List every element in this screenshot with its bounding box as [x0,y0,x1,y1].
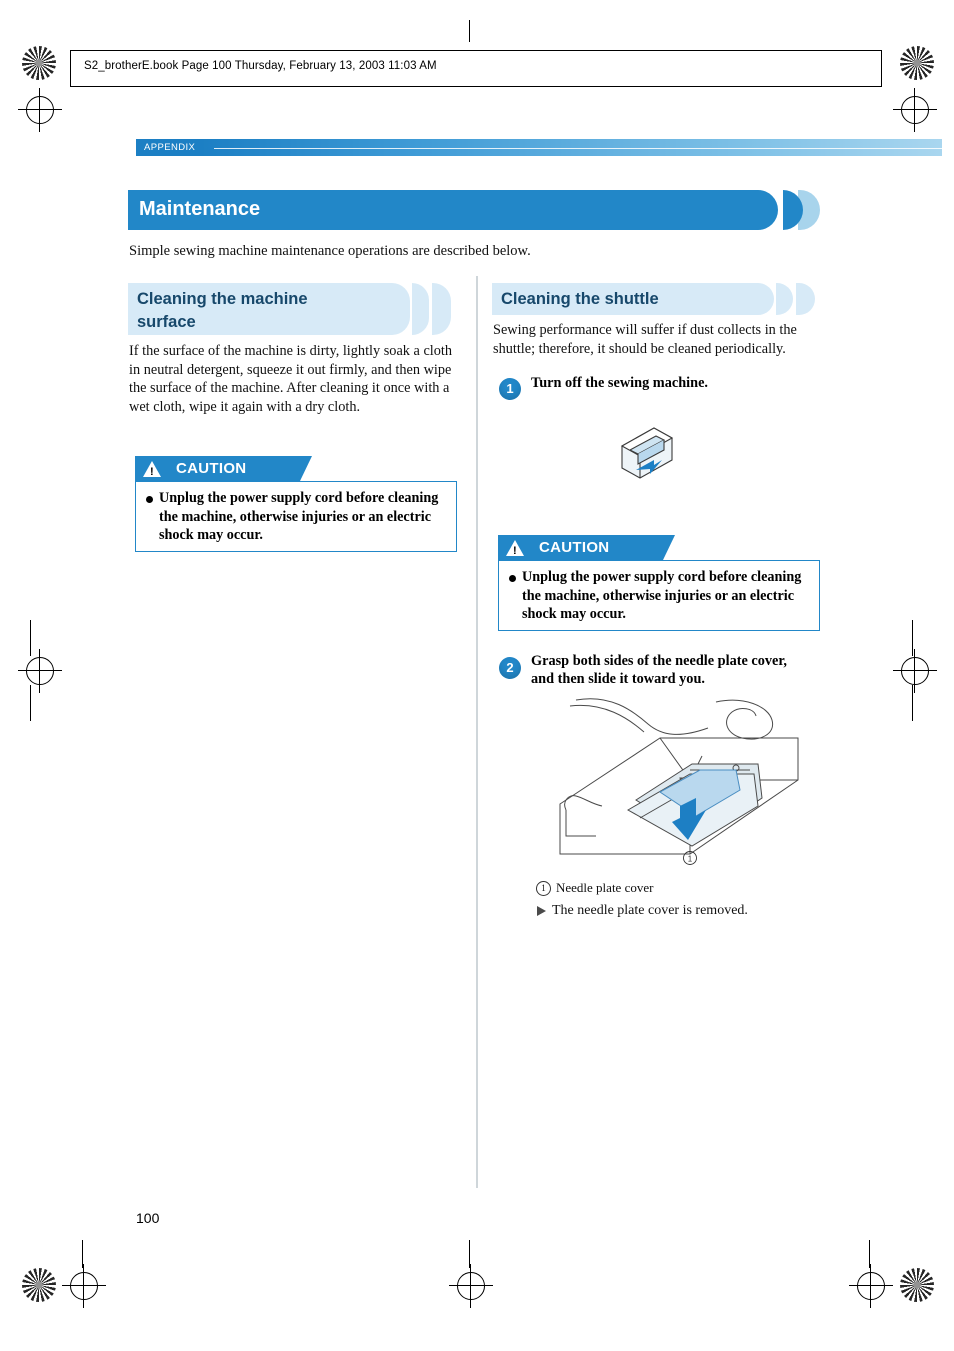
result-text: The needle plate cover is removed. [552,903,748,918]
page-title: Maintenance [139,198,261,220]
header-rule-bottom [70,86,882,87]
crop-line-left-mid2 [30,685,31,721]
step-2-number: 2 [499,657,521,679]
registration-crosshair-right-mid [893,649,937,693]
step-2-text-line1: Grasp both sides of the needle plate cov… [531,653,788,669]
registration-crosshair-right-bottom [849,1264,893,1308]
figure-caption: 1 Needle plate cover [536,880,653,896]
appendix-band-rule [214,148,942,149]
header-rule-right [881,50,882,86]
figure-caption-text: Needle plate cover [556,880,654,895]
header-rule-left [70,50,71,86]
left-section-arc-1 [412,283,429,335]
registration-crosshair-right-top [893,88,937,132]
registration-crosshair-left-mid [18,649,62,693]
appendix-label: APPENDIX [144,142,196,153]
figure-needle-plate-cover: 1 [540,694,815,874]
svg-text:1: 1 [688,855,693,864]
page-number: 100 [136,1210,160,1226]
crop-line-bottom-left [82,1240,83,1268]
step-2-text-line2: and then slide it toward you. [531,671,705,687]
right-body-text: Sewing performance will suffer if dust c… [493,322,797,357]
column-divider [476,276,478,1188]
left-caution-text: Unplug the power supply cord before clea… [159,490,439,543]
registration-mark-top-left [22,46,56,80]
left-section-title-line2: surface [137,313,196,331]
file-info-line: S2_brotherE.book Page 100 Thursday, Febr… [84,60,437,72]
right-caution-warning-icon: ! [506,540,524,557]
right-section-arc-1 [776,283,793,315]
intro-paragraph: Simple sewing machine maintenance operat… [129,243,531,259]
crop-line-right-mid2 [912,685,913,721]
left-caution-warning-icon: ! [143,461,161,478]
left-body-text: If the surface of the machine is dirty, … [129,343,453,415]
left-caution-label: CAUTION [176,460,247,477]
figure-power-switch [600,412,720,492]
registration-crosshair-left-bottom [62,1264,106,1308]
result-arrow-icon [537,906,546,916]
right-caution-label: CAUTION [539,539,610,556]
crop-line-top-center [469,20,470,42]
registration-crosshair-left-top [18,88,62,132]
step-1-number: 1 [499,378,521,400]
document-page: S2_brotherE.book Page 100 Thursday, Febr… [0,0,954,1351]
registration-mark-bottom-left [22,1268,56,1302]
left-section-title-line1: Cleaning the machine [137,290,308,308]
left-section-arc-2 [432,283,451,335]
callout-number-icon: 1 [536,881,551,896]
step-1-text: Turn off the sewing machine. [531,375,709,391]
header-rule-top [70,50,882,51]
crop-line-right-mid [912,620,913,656]
right-caution-text: Unplug the power supply cord before clea… [522,569,802,622]
crop-line-left-mid [30,620,31,656]
registration-mark-bottom-right [900,1268,934,1302]
crop-line-bottom-center [469,1240,470,1268]
right-caution-bullet [509,575,516,582]
registration-mark-top-right [900,46,934,80]
crop-line-bottom-right [869,1240,870,1268]
right-section-title: Cleaning the shuttle [501,290,659,308]
registration-crosshair-bottom-center [449,1264,493,1308]
right-section-arc-2 [796,283,815,315]
left-caution-bullet [146,496,153,503]
